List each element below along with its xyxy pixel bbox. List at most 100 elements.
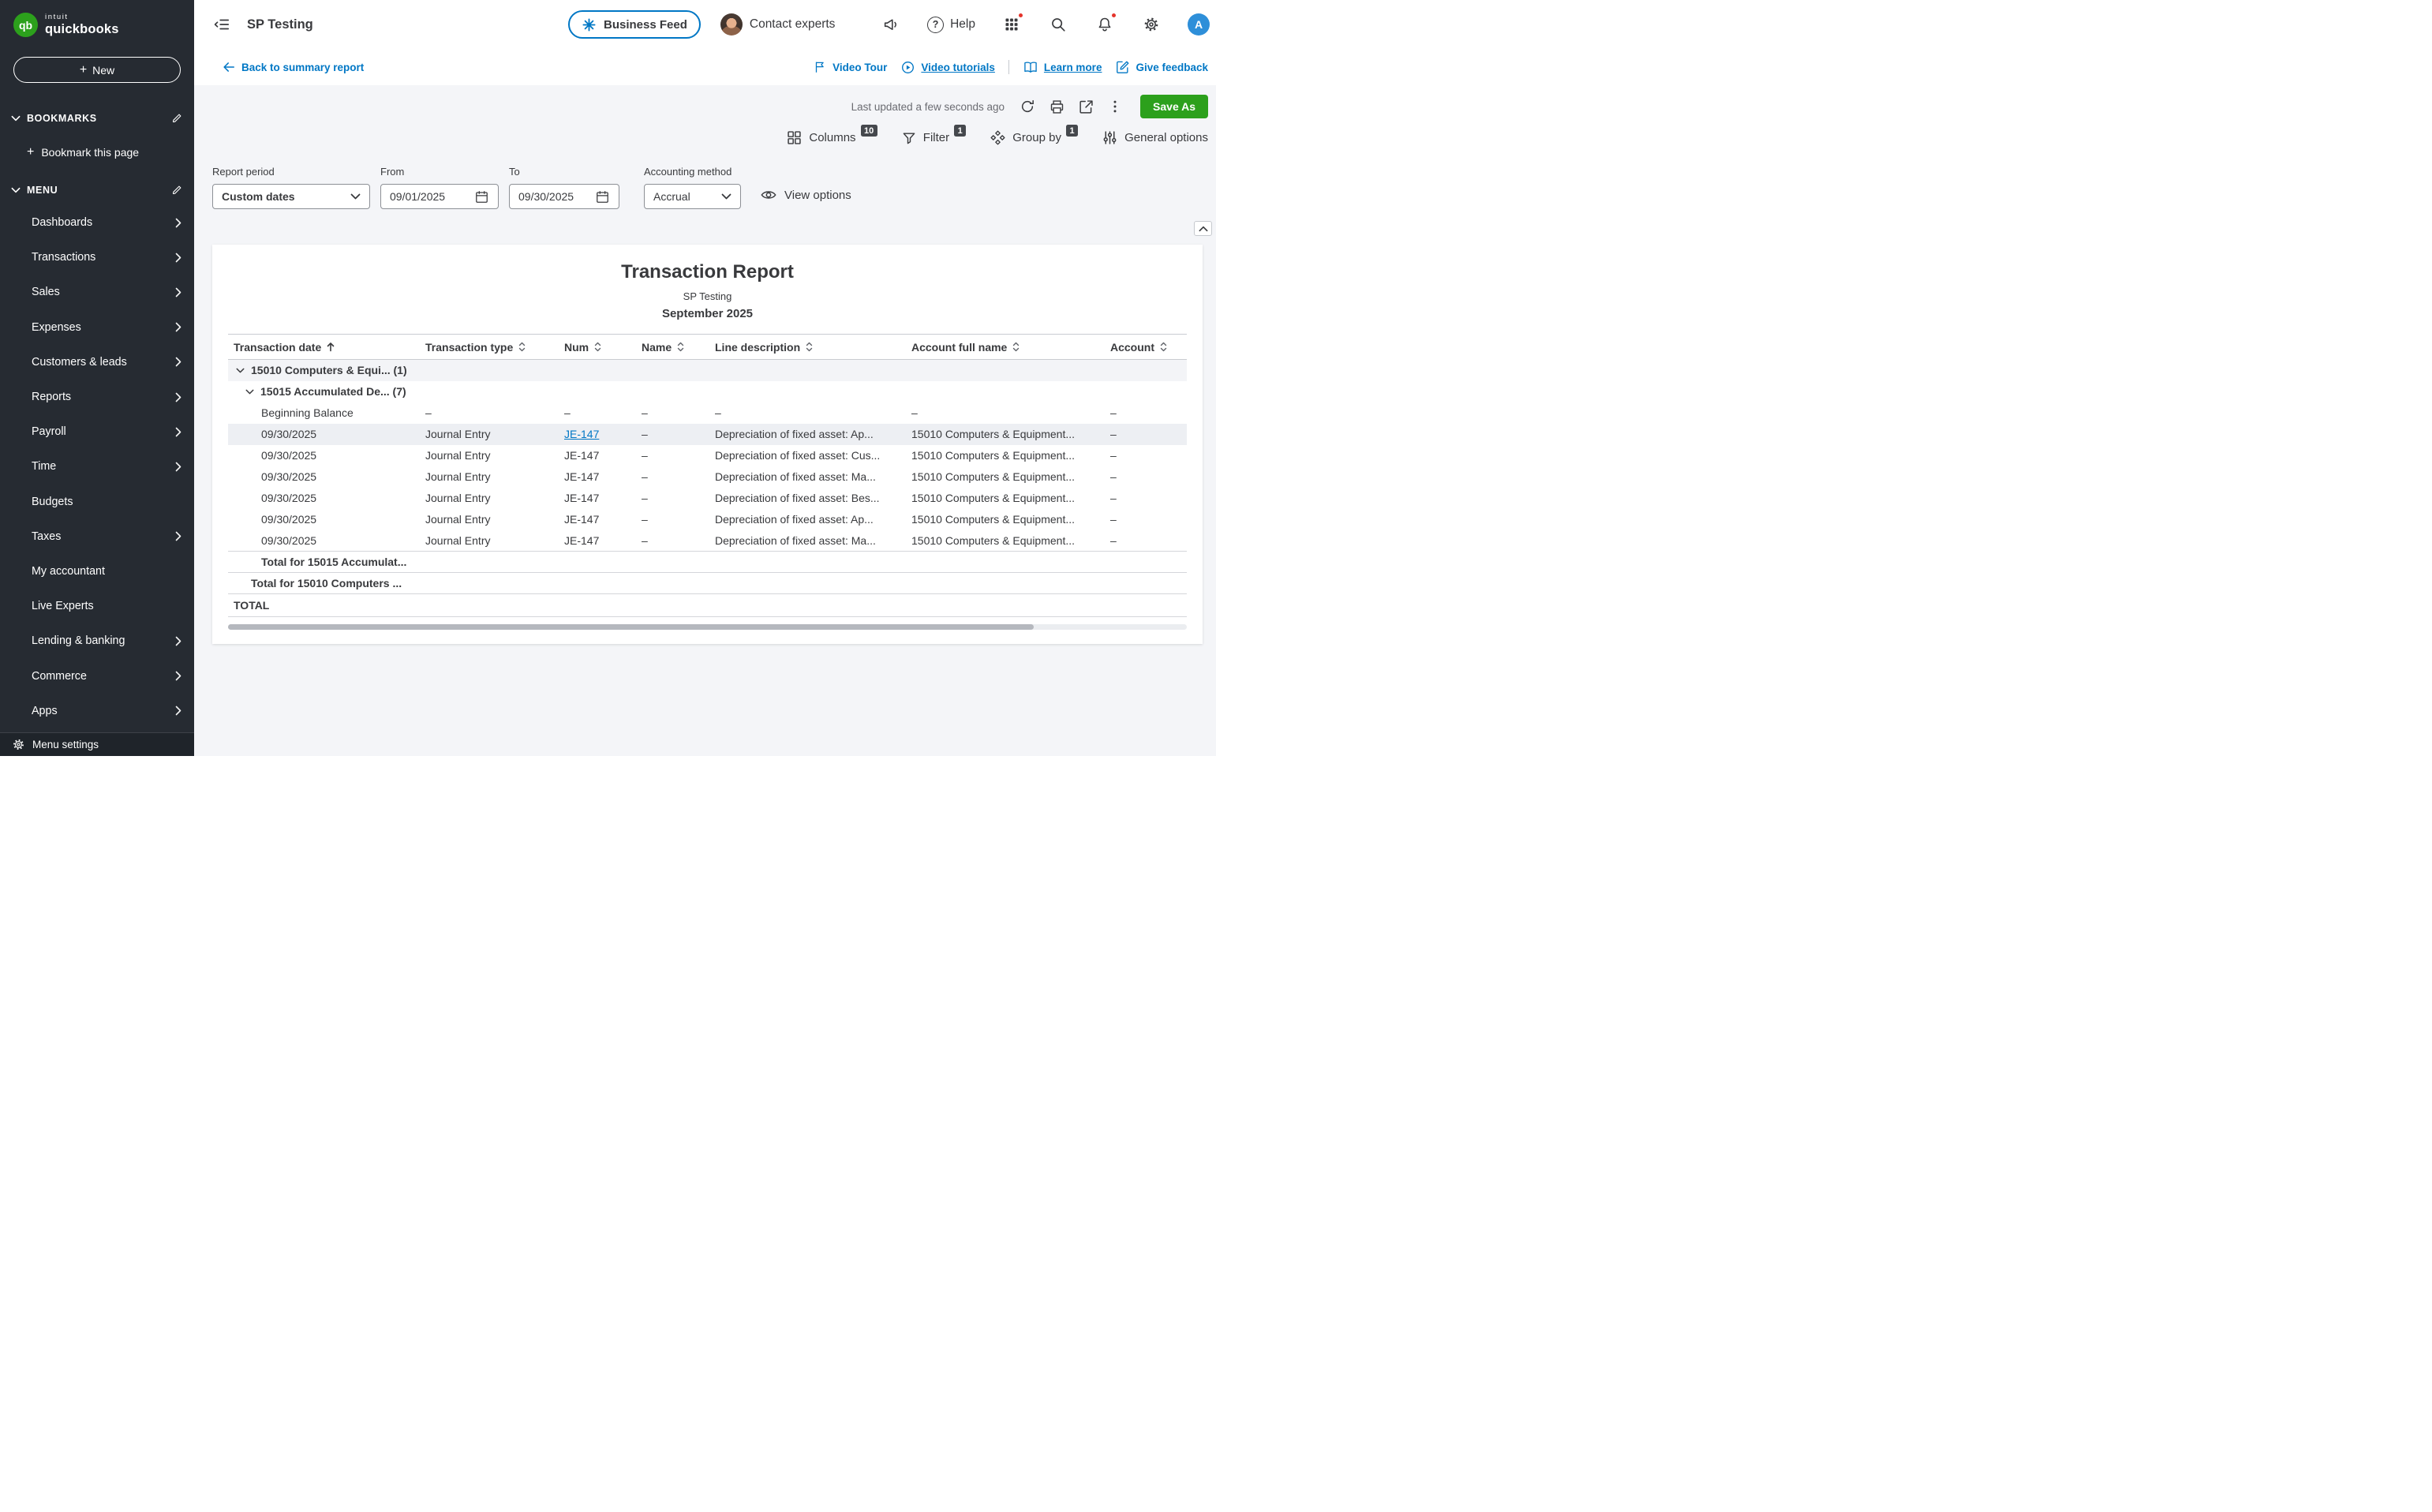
chevron-down-icon: [11, 115, 21, 122]
cell-type: Journal Entry: [425, 509, 564, 530]
sidebar-item-budgets[interactable]: Budgets: [0, 485, 194, 519]
refresh-button[interactable]: [1019, 98, 1036, 115]
gear-icon: [1143, 16, 1160, 33]
group-row-15010[interactable]: 15010 Computers & Equi... (1): [228, 360, 1187, 381]
sidebar-item-payroll[interactable]: Payroll: [0, 414, 194, 449]
bookmark-this-page-button[interactable]: + Bookmark this page: [0, 145, 194, 159]
cell-name: –: [642, 509, 715, 530]
transaction-row[interactable]: 09/30/2025 Journal Entry JE-147 – Deprec…: [228, 509, 1187, 530]
sidebar-item-live-experts[interactable]: Live Experts: [0, 589, 194, 623]
sidebar-item-transactions[interactable]: Transactions: [0, 240, 194, 275]
transaction-row[interactable]: 09/30/2025 Journal Entry JE-147 – Deprec…: [228, 424, 1187, 445]
sidebar-item-lending-banking[interactable]: Lending & banking: [0, 623, 194, 658]
column-header-transaction-type[interactable]: Transaction type: [425, 335, 564, 360]
cell-description: Depreciation of fixed asset: Ap...: [715, 424, 911, 445]
video-tour-link[interactable]: Video Tour: [813, 60, 887, 74]
sidebar-item-commerce[interactable]: Commerce: [0, 658, 194, 693]
search-button[interactable]: [1048, 14, 1068, 35]
export-button[interactable]: [1077, 98, 1094, 115]
give-feedback-link[interactable]: Give feedback: [1115, 60, 1208, 75]
cell-type: Journal Entry: [425, 424, 564, 445]
to-date-input[interactable]: 09/30/2025: [509, 184, 619, 209]
user-avatar[interactable]: A: [1188, 13, 1210, 36]
transaction-row[interactable]: 09/30/2025 Journal Entry JE-147 – Deprec…: [228, 488, 1187, 509]
transaction-row[interactable]: 09/30/2025 Journal Entry JE-147 – Deprec…: [228, 466, 1187, 488]
column-label: Name: [642, 341, 672, 354]
settings-button[interactable]: [1141, 14, 1162, 35]
more-options-button[interactable]: [1106, 98, 1124, 115]
bookmark-this-page-label: Bookmark this page: [41, 146, 139, 159]
cell-account: –: [1110, 488, 1187, 509]
menu-settings-button[interactable]: Menu settings: [0, 732, 194, 756]
edit-bookmarks-icon[interactable]: [171, 112, 183, 124]
collapse-sidebar-button[interactable]: [211, 14, 232, 35]
cell-num: JE-147: [564, 466, 642, 488]
general-options-button[interactable]: General options: [1102, 129, 1208, 146]
from-date-input[interactable]: 09/01/2025: [380, 184, 499, 209]
back-to-summary-link[interactable]: Back to summary report: [223, 49, 364, 85]
accounting-method-select[interactable]: Accrual: [644, 184, 741, 209]
sidebar-item-apps[interactable]: Apps: [0, 694, 194, 728]
to-date-value: 09/30/2025: [518, 190, 574, 203]
column-header-account-full-name[interactable]: Account full name: [911, 335, 1110, 360]
sidebar-item-reports[interactable]: Reports: [0, 380, 194, 414]
print-button[interactable]: [1048, 98, 1065, 115]
quickbooks-logo[interactable]: qb intuit quickbooks: [0, 0, 194, 37]
sidebar-item-time[interactable]: Time: [0, 449, 194, 484]
sidebar-item-taxes[interactable]: Taxes: [0, 519, 194, 554]
column-label: Account full name: [911, 341, 1007, 354]
collapse-filter-panel-button[interactable]: [1194, 221, 1212, 236]
scrollbar-thumb[interactable]: [228, 624, 1034, 630]
filter-button[interactable]: Filter 1: [901, 130, 966, 146]
learn-more-link[interactable]: Learn more: [1023, 59, 1102, 75]
column-header-line-description[interactable]: Line description: [715, 335, 911, 360]
announcements-button[interactable]: [881, 14, 901, 35]
printer-icon: [1049, 99, 1065, 115]
contact-experts-label: Contact experts: [750, 17, 836, 32]
column-header-num[interactable]: Num: [564, 335, 642, 360]
notifications-button[interactable]: [1094, 14, 1115, 35]
chevron-right-icon: [175, 427, 181, 437]
transaction-report-card: Transaction Report SP Testing September …: [212, 245, 1203, 644]
collapse-menu-icon: [213, 16, 230, 33]
group-by-button[interactable]: Group by 1: [990, 129, 1078, 146]
transaction-row[interactable]: 09/30/2025 Journal Entry JE-147 – Deprec…: [228, 445, 1187, 466]
contact-experts-button[interactable]: Contact experts: [720, 13, 836, 36]
column-header-name[interactable]: Name: [642, 335, 715, 360]
brand-intuit: intuit: [45, 13, 119, 21]
video-tutorials-link[interactable]: Video tutorials: [900, 60, 995, 75]
transaction-row[interactable]: 09/30/2025 Journal Entry JE-147 – Deprec…: [228, 530, 1187, 552]
column-header-transaction-date[interactable]: Transaction date: [228, 335, 425, 360]
edit-menu-icon[interactable]: [171, 184, 183, 196]
report-period-select[interactable]: Custom dates: [212, 184, 370, 209]
view-options-button[interactable]: View options: [760, 186, 851, 204]
save-as-button[interactable]: Save As: [1140, 95, 1208, 118]
column-header-account[interactable]: Account: [1110, 335, 1187, 360]
business-feed-button[interactable]: Business Feed: [568, 10, 701, 39]
columns-icon: [786, 129, 803, 146]
cell-value: –: [642, 402, 715, 424]
report-sub-header: Back to summary report Video Tour Video …: [194, 49, 1216, 85]
bookmarks-section-header[interactable]: BOOKMARKS: [0, 112, 194, 124]
apps-grid-button[interactable]: [1001, 14, 1022, 35]
sidebar-item-expenses[interactable]: Expenses: [0, 310, 194, 345]
transaction-num-link[interactable]: JE-147: [564, 428, 599, 440]
columns-button[interactable]: Columns 10: [786, 129, 877, 146]
sidebar-item-my-accountant[interactable]: My accountant: [0, 554, 194, 589]
menu-section-header[interactable]: MENU: [0, 184, 194, 196]
report-period-value: Custom dates: [222, 190, 295, 203]
sidebar-item-sales[interactable]: Sales: [0, 275, 194, 309]
cell-value: –: [911, 402, 1110, 424]
book-icon: [1023, 59, 1038, 75]
filter-count-badge: 1: [954, 125, 966, 137]
total-row-label: Total for 15010 Computers ...: [228, 573, 1187, 594]
help-button[interactable]: ? Help: [927, 17, 975, 33]
sidebar-item-customers-leads[interactable]: Customers & leads: [0, 345, 194, 380]
group-row-15015[interactable]: 15015 Accumulated De... (7): [228, 381, 1187, 402]
chevron-down-icon: [11, 187, 21, 193]
new-button[interactable]: + New: [13, 57, 181, 83]
filter-label: Filter: [923, 131, 949, 144]
horizontal-scrollbar[interactable]: [228, 624, 1187, 630]
chevron-right-icon: [175, 253, 181, 263]
sidebar-item-dashboards[interactable]: Dashboards: [0, 205, 194, 240]
